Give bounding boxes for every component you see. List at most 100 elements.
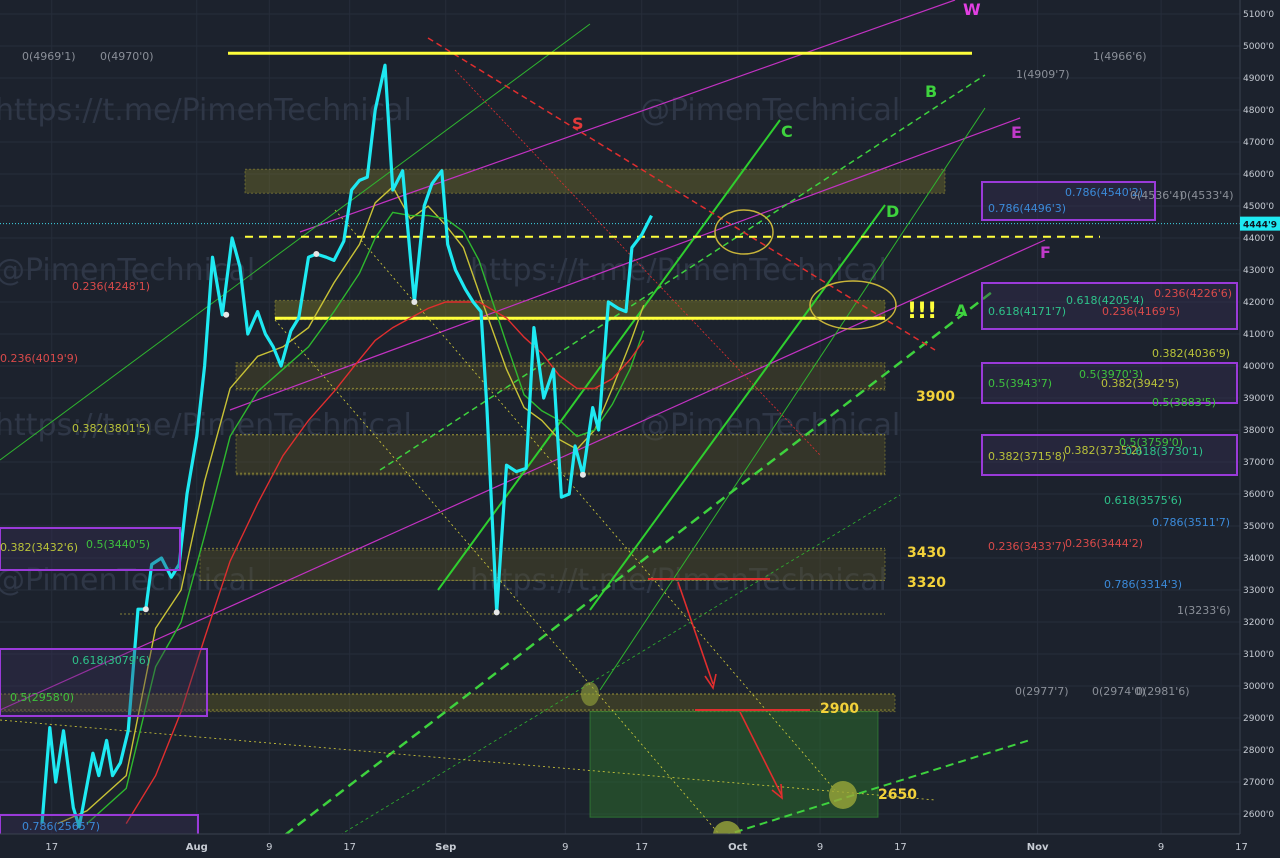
y-tick-label-20: 3100'0 [1243,650,1274,660]
fib-label-22: 0.618(3730'1) [1125,445,1203,458]
x-tick-label-11: 9 [1158,842,1164,853]
y-tick-label-9: 4200'0 [1243,298,1274,308]
fib-label-18: 0.5(3883'5) [1152,396,1216,409]
price-chart[interactable]: https://t.me/PimenTechnical @PimenTechnic… [0,0,1280,858]
level-label-3: 3900 [916,389,955,405]
y-tick-label-5: 4600'0 [1243,170,1274,180]
y-tick-label-16: 3500'0 [1243,522,1274,532]
fib-label-37: 0.786(2565'7) [22,820,100,833]
fib-label-27: 0.5(3440'5) [86,538,150,551]
fib-label-9: 0.236(4226'6) [1154,287,1232,300]
x-tick-label-7: Oct [728,842,747,853]
y-tick-label-15: 3600'0 [1243,490,1274,500]
level-label-7: 2650 [878,787,917,803]
x-axis: 17 Aug 9 17 Sep 9 17 Oct 9 17 Nov 9 17 [0,833,1280,858]
x-tick-label-12: 17 [1235,842,1248,853]
x-tick-label-1: Aug [186,842,208,853]
fib-label-32: 0.618(3079'6) [72,654,150,667]
current-price-label: 4444'9 [1243,221,1277,231]
y-tick-label-14: 3700'0 [1243,458,1274,468]
fib-label-35: 0(2981'6) [1136,685,1190,698]
y-tick-label-25: 2600'0 [1243,810,1274,820]
fib-label-12: 0.236(4169'5) [1102,305,1180,318]
x-tick-label-6: 17 [635,842,648,853]
price-marker-3 [411,299,418,305]
y-axis: 5100'0 5000'0 4900'0 4800'0 4700'0 4600'0 4500… [1239,0,1280,858]
fib-label-0: 0(4969'1) [22,50,76,63]
y-tick-label-23: 2800'0 [1243,746,1274,756]
y-tick-label-1: 5000'0 [1243,42,1274,52]
fib-label-11: 0.618(4171'7) [988,305,1066,318]
fib-label-14: 0.236(4019'9) [0,352,78,365]
trend-letter-w: W [963,0,981,19]
x-tick-label-9: 17 [894,842,907,853]
price-marker-4 [493,609,500,616]
y-tick-label-12: 3900'0 [1243,394,1274,404]
y-tick-label-8: 4300'0 [1243,266,1274,276]
fib-label-30: 0.786(3314'3) [1104,578,1182,591]
price-marker-0 [142,606,149,613]
trend-letter-c: C [781,122,793,141]
chart-root: https://t.me/PimenTechnical @PimenTechnic… [0,0,1280,858]
fib-label-16: 0.5(3943'7) [988,377,1052,390]
y-tick-label-0: 5100'0 [1243,10,1274,20]
trend-letter-d: D [886,202,899,221]
y-tick-label-18: 3300'0 [1243,586,1274,596]
fib-label-3: 1(4909'7) [1016,68,1070,81]
x-tick-label-10: Nov [1027,842,1049,853]
fib-label-5: 0(4536'4) [1130,189,1184,202]
x-tick-label-4: Sep [435,842,456,853]
x-tick-label-2: 9 [266,842,272,853]
zone-0 [244,168,946,194]
fib-label-6: 0(4533'4) [1180,189,1234,202]
fib-label-26: 0.382(3432'6) [0,541,78,554]
x-tick-label-5: 9 [562,842,568,853]
fib-label-2: 1(4966'6) [1093,50,1147,63]
trend-letter-a: A [955,301,968,320]
level-label-5: 3320 [907,575,946,591]
fib-label-13: 0.382(4036'9) [1152,347,1230,360]
level-label-4: 3430 [907,545,946,561]
trend-letter-f: F [1040,243,1051,262]
fib-label-33: 0(2977'7) [1015,685,1069,698]
x-tick-label-3: 17 [343,842,356,853]
y-tick-label-22: 2900'0 [1243,714,1274,724]
y-tick-label-21: 3000'0 [1243,682,1274,692]
fib-label-1: 0(4970'0) [100,50,154,63]
x-tick-label-8: 9 [817,842,823,853]
y-tick-label-19: 3200'0 [1243,618,1274,628]
circle-2900 [581,682,599,706]
trend-letter-s: S [572,114,584,133]
fib-label-8: 0.236(4248'1) [72,280,150,293]
fib-label-31: 1(3233'6) [1177,604,1231,617]
fib-label-24: 0.618(3575'6) [1104,494,1182,507]
y-tick-label-13: 3800'0 [1243,426,1274,436]
level-label-2: !!! [907,299,937,324]
circle-2650 [829,781,857,809]
trend-letter-e: E [1011,123,1022,142]
fib-label-17: 0.382(3942'5) [1101,377,1179,390]
fib-label-29: 0.236(3444'2) [1065,537,1143,550]
fib-label-19: 0.382(3801'5) [72,422,150,435]
y-tick-label-2: 4900'0 [1243,74,1274,84]
fib-label-23: 0.382(3715'8) [988,450,1066,463]
trend-letter-b: B [925,82,937,101]
y-tick-label-17: 3400'0 [1243,554,1274,564]
price-marker-2 [313,251,320,257]
fib-label-7: 0.786(4496'3) [988,202,1066,215]
y-tick-label-7: 4400'0 [1243,234,1274,244]
x-tick-label-0: 17 [45,842,58,853]
price-marker-1 [223,311,230,318]
y-tick-label-3: 4800'0 [1243,106,1274,116]
y-tick-label-11: 4000'0 [1243,362,1274,372]
fib-label-28: 0.236(3433'7) [988,540,1066,553]
watermark-0: https://t.me/PimenTechnical [0,93,412,128]
y-tick-label-10: 4100'0 [1243,330,1274,340]
level-label-6: 2900 [820,701,859,717]
zone-4 [199,549,886,581]
y-tick-label-4: 4700'0 [1243,138,1274,148]
fib-label-25: 0.786(3511'7) [1152,516,1230,529]
price-marker-5 [579,471,586,478]
fib-label-36: 0.5(2958'0) [10,691,74,704]
y-tick-label-6: 4500'0 [1243,202,1274,212]
